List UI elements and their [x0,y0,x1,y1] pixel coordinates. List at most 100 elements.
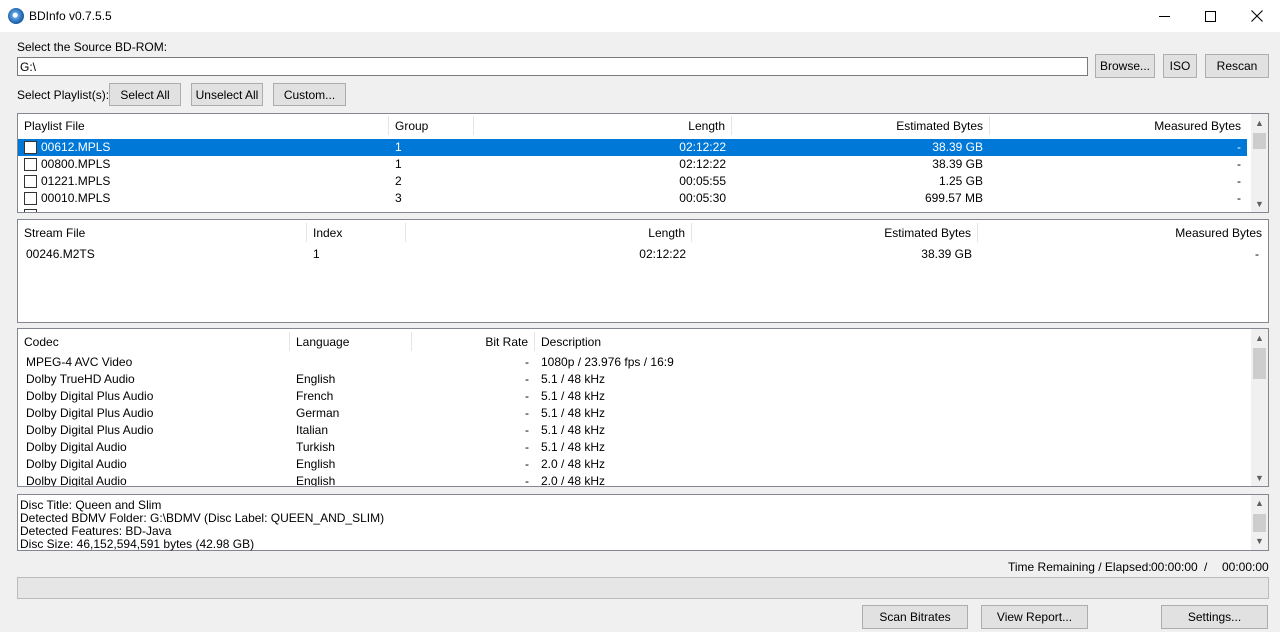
header-codec[interactable]: Codec [18,332,290,351]
playlist-estimated-bytes: 699.57 MB [924,191,983,205]
playlist-scrollbar[interactable]: ▲ ▼ [1251,114,1268,212]
codec-description: 2.0 / 48 kHz [541,457,606,471]
codec-name: MPEG-4 AVC Video [26,355,133,369]
browse-button[interactable]: Browse... [1095,54,1155,78]
playlist-checkbox[interactable] [24,209,37,212]
codec-bitrate: - [525,474,529,487]
time-remaining-value: 00:00:00 [1151,560,1198,574]
scroll-thumb[interactable] [1253,133,1266,149]
stream-file: 00246.M2TS [26,247,95,261]
codec-row[interactable]: Dolby Digital Plus Audio German - 5.1 / … [18,405,1268,422]
title-bar: BDInfo v0.7.5.5 [0,0,1280,32]
playlist-checkbox[interactable] [24,158,37,171]
header-description[interactable]: Description [535,332,1247,351]
playlist-estimated-bytes: 38.39 GB [932,140,983,154]
time-elapsed-value: 00:00:00 [1222,560,1269,574]
stream-index: 1 [313,247,320,261]
iso-button[interactable]: ISO [1163,54,1197,78]
settings-button[interactable]: Settings... [1161,605,1268,629]
playlist-row-partial[interactable] [18,207,1247,212]
codec-description: 5.1 / 48 kHz [541,389,606,403]
playlist-estimated-bytes: 38.39 GB [932,157,983,171]
scroll-down-icon[interactable]: ▼ [1251,469,1268,486]
playlist-measured-bytes: - [1237,140,1241,154]
header-bit-rate[interactable]: Bit Rate [412,332,535,351]
playlist-checkbox[interactable] [24,175,37,188]
header-estimated-bytes[interactable]: Estimated Bytes [732,116,990,135]
header-length[interactable]: Length [406,223,692,242]
header-measured-bytes[interactable]: Measured Bytes [990,116,1247,135]
scroll-thumb[interactable] [1253,348,1266,379]
scroll-down-icon[interactable]: ▼ [1251,195,1268,212]
playlist-row[interactable]: 00800.MPLS 1 02:12:22 38.39 GB - [18,156,1247,173]
close-icon [1251,10,1263,22]
scroll-thumb[interactable] [1253,514,1266,532]
source-path-input[interactable]: G:\ [17,57,1088,76]
codec-row[interactable]: Dolby Digital Plus Audio French - 5.1 / … [18,388,1268,405]
codec-row[interactable]: Dolby TrueHD Audio English - 5.1 / 48 kH… [18,371,1268,388]
codec-bitrate: - [525,389,529,403]
scroll-down-icon[interactable]: ▼ [1251,533,1268,550]
playlist-checkbox[interactable] [24,141,37,154]
scroll-up-icon[interactable]: ▲ [1251,495,1268,512]
codec-description: 1080p / 23.976 fps / 16:9 [541,355,674,369]
codec-name: Dolby TrueHD Audio [26,372,135,386]
codec-list[interactable]: Codec Language Bit Rate Description MPEG… [17,328,1269,487]
unselect-all-button[interactable]: Unselect All [191,83,263,106]
header-language[interactable]: Language [290,332,412,351]
header-measured-bytes[interactable]: Measured Bytes [978,223,1268,242]
scan-bitrates-button[interactable]: Scan Bitrates [862,605,968,629]
playlist-row[interactable]: 01221.MPLS 2 00:05:55 1.25 GB - [18,173,1247,190]
scroll-up-icon[interactable]: ▲ [1251,329,1268,346]
header-index[interactable]: Index [307,223,406,242]
view-report-button[interactable]: View Report... [981,605,1088,629]
codec-description: 5.1 / 48 kHz [541,372,606,386]
header-length[interactable]: Length [474,116,732,135]
disc-icon [8,8,24,24]
stream-row[interactable]: 00246.M2TS 1 02:12:22 38.39 GB - [18,246,1268,263]
maximize-button[interactable] [1187,0,1233,32]
report-scrollbar[interactable]: ▲ ▼ [1251,495,1268,550]
codec-scrollbar[interactable]: ▲ ▼ [1251,329,1268,486]
stream-list[interactable]: Stream File Index Length Estimated Bytes… [17,219,1269,323]
custom-button[interactable]: Custom... [273,83,346,106]
codec-row[interactable]: Dolby Digital Audio Turkish - 5.1 / 48 k… [18,439,1268,456]
playlist-group: 3 [395,191,402,205]
header-estimated-bytes[interactable]: Estimated Bytes [692,223,978,242]
header-stream-file[interactable]: Stream File [18,223,307,242]
minimize-icon [1158,15,1170,17]
codec-row[interactable]: Dolby Digital Plus Audio Italian - 5.1 /… [18,422,1268,439]
codec-language: English [296,474,336,487]
header-group[interactable]: Group [389,116,474,135]
playlist-row[interactable]: 00010.MPLS 3 00:05:30 699.57 MB - [18,190,1247,207]
playlist-group: 1 [395,140,402,154]
rescan-button[interactable]: Rescan [1205,54,1269,78]
playlist-list[interactable]: Playlist File Group Length Estimated Byt… [17,113,1269,213]
stream-length: 02:12:22 [639,247,686,261]
playlist-row[interactable]: 00612.MPLS 1 02:12:22 38.39 GB - [18,139,1247,156]
playlist-length: 00:05:55 [679,174,726,188]
header-playlist-file[interactable]: Playlist File [18,116,389,135]
codec-description: 2.0 / 48 kHz [541,474,606,487]
codec-name: Dolby Digital Plus Audio [26,406,154,420]
scroll-up-icon[interactable]: ▲ [1251,114,1268,131]
playlist-length: 00:05:30 [679,191,726,205]
codec-language: German [296,406,340,420]
codec-row-partial[interactable]: Dolby Digital Audio English - 2.0 / 48 k… [18,473,1268,487]
codec-row[interactable]: MPEG-4 AVC Video - 1080p / 23.976 fps / … [18,354,1268,371]
close-button[interactable] [1234,0,1280,32]
codec-bitrate: - [525,355,529,369]
playlist-measured-bytes: - [1237,191,1241,205]
codec-name: Dolby Digital Audio [26,457,127,471]
codec-row[interactable]: Dolby Digital Audio English - 2.0 / 48 k… [18,456,1268,473]
playlist-estimated-bytes: 1.25 GB [938,174,983,188]
playlist-checkbox[interactable] [24,192,37,205]
select-all-button[interactable]: Select All [109,83,181,106]
report-line: Detected BDMV Folder: G:\BDMV (Disc Labe… [20,511,385,525]
minimize-button[interactable] [1141,0,1187,32]
playlist-file: 00612.MPLS [41,140,111,154]
select-playlists-label: Select Playlist(s): [17,88,110,102]
source-label: Select the Source BD-ROM: [17,40,168,54]
disc-info-report[interactable]: Disc Title: Queen and Slim Detected BDMV… [17,494,1269,551]
codec-language: French [296,389,334,403]
